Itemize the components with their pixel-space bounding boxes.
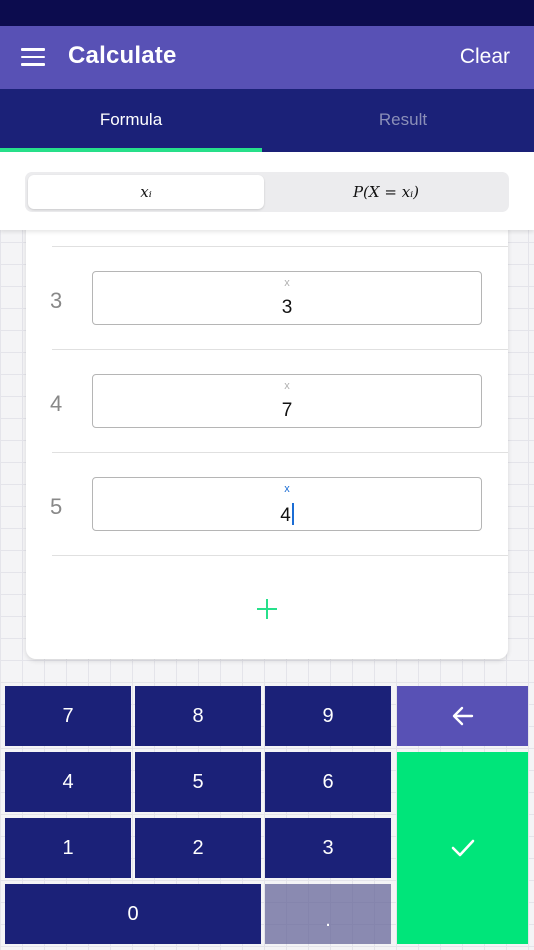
key-9[interactable]: 9	[265, 686, 391, 746]
row-index: 4	[50, 391, 63, 416]
confirm-button[interactable]	[397, 752, 528, 944]
clear-button[interactable]: Clear	[460, 45, 510, 69]
value-field-focused[interactable]: x 4	[92, 477, 482, 531]
field-label: x	[284, 380, 290, 392]
segmented-control-bar: xᵢ P(X = xᵢ)	[0, 152, 534, 230]
field-label: x	[284, 483, 290, 495]
segment-probability[interactable]: P(X = xᵢ)	[266, 175, 506, 209]
field-value: 4	[280, 505, 291, 526]
arrow-left-icon	[452, 706, 473, 726]
key-8[interactable]: 8	[135, 686, 261, 746]
backspace-button[interactable]	[397, 686, 528, 746]
field-value: 3	[281, 297, 293, 318]
plus-icon[interactable]	[254, 596, 280, 622]
tab-formula[interactable]: Formula	[0, 89, 262, 152]
field-label: x	[284, 277, 290, 289]
row-divider	[52, 555, 508, 556]
key-6[interactable]: 6	[265, 752, 391, 812]
value-field[interactable]: x 7	[92, 374, 482, 428]
field-value: 7	[281, 400, 293, 421]
value-field[interactable]: x 3	[92, 271, 482, 325]
menu-icon[interactable]	[21, 48, 45, 66]
row-divider	[52, 452, 508, 453]
key-3[interactable]: 3	[265, 818, 391, 878]
tab-bar: Formula Result	[0, 89, 534, 152]
text-caret	[291, 503, 294, 525]
row-index: 3	[50, 288, 63, 313]
key-4[interactable]: 4	[5, 752, 131, 812]
key-0[interactable]: 0	[5, 884, 261, 944]
page-title: Calculate	[68, 42, 177, 69]
key-5[interactable]: 5	[135, 752, 261, 812]
status-bar	[0, 0, 534, 26]
key-1[interactable]: 1	[5, 818, 131, 878]
check-icon	[451, 839, 474, 857]
key-decimal[interactable]: .	[265, 884, 391, 944]
row-divider	[52, 349, 508, 350]
tab-result[interactable]: Result	[272, 89, 534, 152]
segmented-control: xᵢ P(X = xᵢ)	[25, 172, 509, 212]
app-bar: Calculate Clear	[0, 26, 534, 89]
key-2[interactable]: 2	[135, 818, 261, 878]
values-card: 3 x 3 4 x 7 5 x 4	[26, 216, 508, 659]
row-index: 5	[50, 494, 63, 519]
row-divider	[52, 246, 508, 247]
field-value-wrap: 4	[93, 503, 481, 527]
segment-xi[interactable]: xᵢ	[28, 175, 264, 209]
key-7[interactable]: 7	[5, 686, 131, 746]
